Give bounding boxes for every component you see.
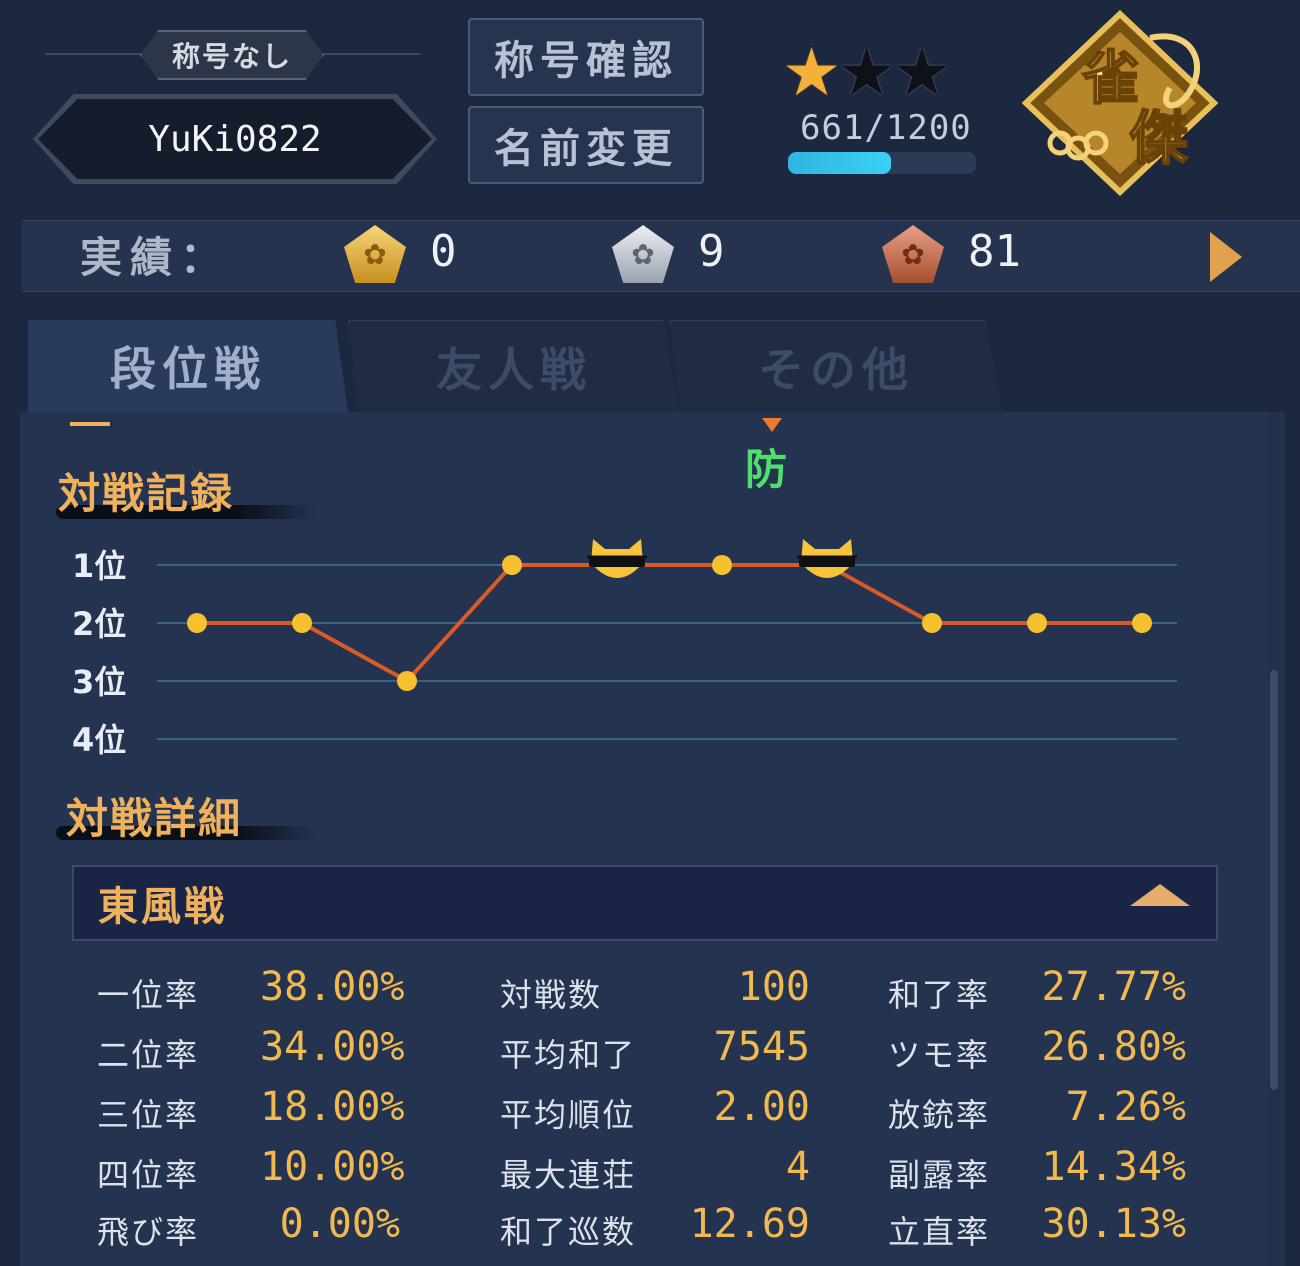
stat-value: 4 (785, 1144, 810, 1190)
defend-label: 防 (745, 445, 788, 494)
y-tick-label: 1位 (72, 547, 126, 585)
title-check-button[interactable]: 称号確認 (468, 18, 704, 96)
stat-label: 副露率 (888, 1156, 991, 1194)
y-tick-label: 2位 (72, 605, 126, 643)
details-title: 対戦詳細 (66, 794, 243, 843)
stat-value: 18.00% (260, 1084, 405, 1130)
placement-point (502, 555, 522, 575)
stat-value: 12.69 (689, 1201, 810, 1247)
stat-value: 10.00% (260, 1144, 405, 1190)
record-title: 対戦記録 (58, 469, 235, 518)
section-marker (70, 422, 110, 426)
achievements-next-arrow-icon[interactable] (1210, 232, 1242, 282)
stat-label: 立直率 (888, 1213, 991, 1251)
rank-progress-fill (788, 152, 892, 174)
stat-label: 平均和了 (500, 1036, 637, 1074)
placement-point (712, 555, 732, 575)
star-empty-icon: ★ (837, 34, 896, 111)
mode-header[interactable] (72, 865, 1218, 941)
stat-label: 四位率 (97, 1156, 200, 1194)
rank-points-text: 661/1200 (800, 108, 972, 148)
stat-label: ツモ率 (888, 1036, 991, 1074)
silver-count: 9 (698, 226, 725, 277)
stat-value: 38.00% (260, 964, 405, 1010)
y-tick-label: 4位 (72, 721, 126, 759)
rank-emblem-icon: 雀 傑 (1021, 9, 1219, 197)
y-tick-label: 3位 (72, 663, 126, 701)
mode-label: 東風戦 (98, 883, 227, 930)
cat-sunglasses-icon (797, 539, 857, 578)
stat-label: 最大連荘 (500, 1156, 637, 1194)
rank-emblem-char2: 傑 (1129, 104, 1188, 172)
tab-ranked-match[interactable]: 段位戦 (28, 320, 348, 412)
stat-label: 和了巡数 (500, 1213, 637, 1251)
stat-value: 2.00 (713, 1084, 810, 1130)
stat-value: 100 (737, 964, 810, 1010)
achievements-label: 実績： (80, 233, 231, 282)
stat-value: 30.13% (1041, 1201, 1187, 1247)
rank-stars: ★★★ (782, 40, 982, 106)
stat-label: 平均順位 (500, 1096, 637, 1134)
rename-button[interactable]: 名前変更 (468, 106, 704, 184)
placement-point (1027, 613, 1047, 633)
stat-label: 対戦数 (500, 976, 603, 1014)
placement-point (187, 613, 207, 633)
player-name: YuKi0822 (38, 99, 432, 179)
stat-label: 二位率 (97, 1036, 200, 1074)
placement-point (397, 671, 417, 691)
stat-value: 14.34% (1041, 1144, 1187, 1190)
star-empty-icon: ★ (892, 34, 951, 111)
stat-value: 7.26% (1065, 1084, 1186, 1130)
placement-point (1132, 613, 1152, 633)
stat-value: 0.00% (279, 1201, 400, 1247)
scrollbar-thumb[interactable] (1270, 670, 1278, 1090)
rank-progress-bar (788, 152, 976, 174)
placement-point (922, 613, 942, 633)
placement-chart: 1位 2位 3位 4位 (72, 539, 1177, 759)
cat-sunglasses-icon (587, 539, 647, 578)
stat-label: 放銃率 (888, 1096, 991, 1134)
stat-label: 和了率 (888, 976, 991, 1014)
placement-point (292, 613, 312, 633)
stat-label: 飛び率 (97, 1213, 200, 1251)
defend-marker-icon (762, 418, 782, 432)
tab-other[interactable]: その他 (670, 320, 1002, 414)
star-filled-icon: ★ (782, 34, 841, 111)
stat-value: 7545 (713, 1024, 810, 1070)
gold-count: 0 (430, 226, 457, 277)
bronze-count: 81 (968, 226, 1021, 277)
stat-label: 三位率 (97, 1096, 200, 1134)
title-badge: 称号なし (140, 30, 324, 80)
stat-value: 26.80% (1041, 1024, 1187, 1070)
stat-value: 34.00% (260, 1024, 405, 1070)
tab-friend-match[interactable]: 友人戦 (348, 320, 680, 414)
stat-value: 27.77% (1041, 964, 1187, 1010)
rank-emblem-char1: 雀 (1082, 44, 1140, 112)
stat-label: 一位率 (97, 976, 200, 1014)
collapse-arrow-icon[interactable] (1130, 884, 1190, 906)
